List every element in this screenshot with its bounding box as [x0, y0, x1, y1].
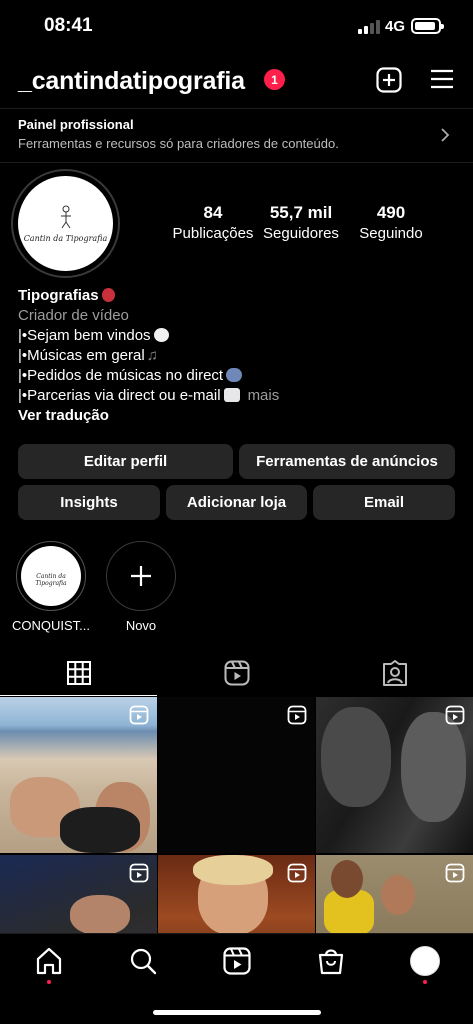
home-notification-dot [47, 980, 51, 984]
highlight-label: CONQUIST... [11, 618, 90, 633]
typewriter-figure-icon [61, 205, 71, 229]
new-highlight-button[interactable]: Novo [101, 541, 181, 633]
tab-reels[interactable] [158, 650, 315, 696]
pro-panel-subtitle: Ferramentas e recursos só para criadores… [18, 136, 339, 151]
white-heart-emoji-icon [153, 328, 169, 342]
bio-more-link[interactable]: mais [248, 387, 280, 404]
profile-stats: 84 Publicações 55,7 mil Seguidores 490 S… [170, 203, 440, 247]
stat-followers-value: 55,7 mil [269, 203, 333, 222]
email-button[interactable]: Email [313, 485, 455, 520]
create-post-icon[interactable] [376, 67, 402, 93]
reels-icon [224, 660, 249, 686]
posts-grid [0, 697, 473, 933]
edit-profile-button[interactable]: Editar perfil [18, 444, 233, 479]
plus-icon [131, 566, 151, 586]
home-indicator [153, 1010, 321, 1015]
bio-line: |•Pedidos de músicas no direct [18, 367, 224, 384]
highlight-label: Novo [125, 618, 157, 633]
bio-line: |•Sejam bem vindos [18, 327, 151, 344]
stat-followers-label: Seguidores [263, 225, 339, 242]
reel-indicator-icon [445, 863, 465, 883]
profile-avatar-tab[interactable] [410, 946, 440, 976]
tagged-icon [382, 660, 407, 686]
people-emoji-icon [226, 368, 243, 382]
avatar-logo: Cantin da Tipografia [18, 176, 113, 271]
avatar-logo-text: Cantin da Tipografia [23, 234, 108, 243]
grid-icon [66, 660, 91, 685]
highlight-conquistas[interactable]: Cantin da Tipografia CONQUIST... [11, 541, 91, 633]
reel-indicator-icon [287, 705, 307, 725]
stat-following-value: 490 [376, 203, 406, 222]
shop-icon[interactable] [316, 946, 346, 976]
pro-panel-title: Painel profissional [18, 117, 134, 132]
heart-emoji-icon [101, 288, 115, 302]
stat-followers[interactable]: 55,7 mil Seguidores [258, 203, 344, 242]
network-label: 4G [385, 18, 406, 35]
stat-posts-value: 84 [203, 203, 223, 222]
stat-posts-label: Publicações [172, 225, 254, 242]
post-thumbnail[interactable] [158, 855, 315, 933]
post-thumbnail[interactable] [158, 697, 315, 853]
post-thumbnail[interactable] [316, 855, 473, 933]
ad-tools-button[interactable]: Ferramentas de anúncios [239, 444, 455, 479]
reel-indicator-icon [445, 705, 465, 725]
profile-header: _cantindatipografia 1 [0, 52, 473, 108]
bio-name: Tipografias [18, 287, 99, 304]
reel-indicator-icon [287, 863, 307, 883]
menu-icon[interactable] [430, 68, 454, 90]
envelope-emoji-icon [223, 388, 240, 402]
stat-posts[interactable]: 84 Publicações [170, 203, 256, 242]
search-icon[interactable] [128, 946, 158, 976]
profile-tabs [0, 650, 473, 696]
post-thumbnail[interactable] [0, 855, 157, 933]
signal-icon [358, 20, 380, 34]
profile-notification-dot [423, 980, 427, 984]
bio-line: |•Parcerias via direct ou e-mail [18, 387, 221, 404]
profile-bio: Tipografias Criador de vídeo |•Sejam bem… [18, 286, 458, 426]
status-bar: 08:41 4G [0, 0, 473, 52]
add-shop-button[interactable]: Adicionar loja [166, 485, 307, 520]
post-thumbnail[interactable] [316, 697, 473, 853]
chevron-right-icon [441, 128, 450, 142]
tab-posts-grid[interactable] [0, 650, 157, 696]
stat-following-label: Seguindo [359, 225, 423, 242]
notification-badge[interactable]: 1 [264, 69, 285, 90]
insights-button[interactable]: Insights [18, 485, 160, 520]
reel-indicator-icon [129, 863, 149, 883]
new-highlight-circle [106, 541, 176, 611]
battery-icon [411, 18, 444, 34]
reel-indicator-icon [129, 705, 149, 725]
bio-line: |•Músicas em geral [18, 347, 145, 364]
tab-tagged[interactable] [316, 650, 473, 696]
professional-dashboard-link[interactable]: Painel profissional Ferramentas e recurs… [0, 108, 473, 163]
bio-category: Criador de vídeo [18, 307, 129, 324]
profile-avatar[interactable]: Cantin da Tipografia [11, 169, 120, 278]
highlight-logo-text: Cantin da Tipografia [35, 573, 67, 587]
reels-icon[interactable] [222, 946, 252, 976]
username[interactable]: _cantindatipografia [18, 67, 245, 96]
stat-following[interactable]: 490 Seguindo [348, 203, 434, 242]
highlight-cover: Cantin da Tipografia [16, 541, 86, 611]
status-time: 08:41 [44, 15, 93, 36]
see-translation-link[interactable]: Ver tradução [18, 406, 458, 426]
post-thumbnail[interactable] [0, 697, 157, 853]
music-notes-emoji-icon: ♫ [146, 347, 158, 364]
home-icon[interactable] [34, 946, 64, 976]
